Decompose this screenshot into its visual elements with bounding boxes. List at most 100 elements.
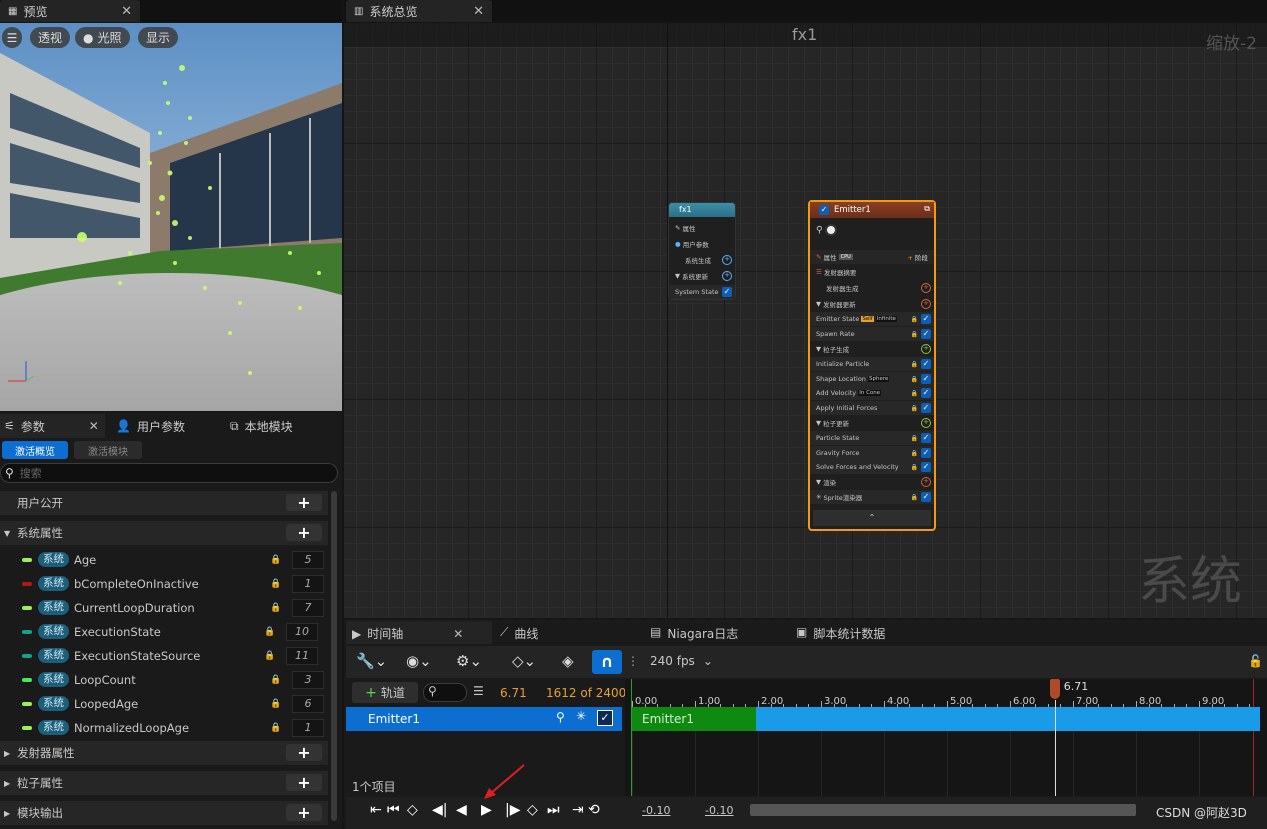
tab-script-stats[interactable]: ▣ 脚本统计数据 (796, 625, 885, 642)
system-node[interactable]: fx1 ✎ 属性 ● 用户参数 系统生成 + ▼ 系统更新 + System Sta… (668, 202, 736, 300)
system-props-section[interactable]: ▼ 系统属性 + (0, 521, 328, 545)
particle-props-section[interactable]: ▶ 粒子属性 + (0, 771, 328, 795)
lock-icon[interactable]: 🔓 (1248, 654, 1263, 668)
preview-viewport[interactable]: ☰ 透视 ● 光照 显示 (0, 23, 342, 411)
checkbox-icon[interactable]: ✓ (921, 462, 931, 472)
checkbox-icon[interactable]: ✓ (722, 287, 732, 297)
system-graph[interactable]: fx1 缩放-2 系统 fx1 ✎ 属性 ● 用户参数 系统生成 + ▼ 系统更新… (344, 23, 1267, 618)
close-icon[interactable]: ✕ (453, 627, 463, 641)
params-scrollbar[interactable] (331, 491, 337, 821)
checkbox-icon[interactable]: ✓ (921, 448, 931, 458)
checkbox-icon[interactable]: ✓ (921, 388, 931, 398)
add-user-param-button[interactable]: + (286, 494, 322, 511)
perspective-button[interactable]: 透视 (30, 27, 71, 48)
close-icon[interactable]: ✕ (89, 419, 99, 433)
track-enable-checkbox[interactable]: ✓ (597, 710, 613, 726)
param-value[interactable]: 10 (286, 623, 318, 641)
param-row[interactable]: 系统 ExecutionState 🔒 10 (0, 620, 328, 644)
play-icon[interactable]: ▶ (481, 802, 492, 818)
search-input[interactable]: ⚲ 搜索 (0, 463, 338, 483)
system-state-row[interactable]: System State ✓ (669, 285, 735, 299)
emitter-summary-row[interactable]: ☰ 发射器摘要 (810, 265, 934, 279)
add-icon[interactable]: + (722, 271, 732, 281)
step-forward-icon[interactable]: |▶ (505, 802, 520, 818)
snap-icon[interactable]: ◈ (562, 652, 574, 670)
track-search-input[interactable]: ⚲ (423, 683, 467, 702)
prev-keyframe-icon[interactable]: ◇ (407, 802, 418, 818)
lighting-button[interactable]: ● 光照 (75, 27, 130, 48)
solve-row[interactable]: Solve Forces and Velocity 🔒 ✓ (810, 460, 934, 474)
system-update-row[interactable]: ▼ 系统更新 + (669, 269, 735, 283)
emitter-props-section[interactable]: ▶ 发射器属性 + (0, 741, 328, 765)
tab-system-overview[interactable]: ▥ 系统总览 ✕ (346, 0, 492, 22)
init-particle-row[interactable]: Initialize Particle 🔒 ✓ (810, 357, 934, 371)
next-keyframe-icon[interactable]: ◇ (527, 802, 538, 818)
current-time[interactable]: 6.71 (500, 686, 527, 700)
sprite-row[interactable]: ✳ Sprite渲染器 🔒 ✓ (810, 490, 934, 504)
checkbox-icon[interactable]: ✓ (921, 403, 931, 413)
add-icon[interactable]: + (722, 255, 732, 265)
filter-icon[interactable]: ☰ (473, 684, 484, 698)
module-output-section[interactable]: ▶ 模块输出 + (0, 801, 328, 825)
system-spawn-row[interactable]: 系统生成 + (669, 253, 735, 267)
param-row[interactable]: 系统 ExecutionStateSource 🔒 11 (0, 644, 328, 668)
active-modules-toggle[interactable]: 激活模块 (74, 441, 142, 459)
checkbox-icon[interactable]: ✓ (921, 374, 931, 384)
eye-icon[interactable]: ◉⌄ (406, 652, 432, 670)
checkbox-icon[interactable]: ✓ (921, 314, 931, 324)
prev-key-icon[interactable]: ⏮ (387, 802, 400, 818)
go-to-end-icon[interactable]: ⇥ (572, 802, 584, 818)
active-overview-toggle[interactable]: 激活概览 (2, 441, 68, 459)
loop-icon[interactable]: ⟲ (588, 802, 600, 818)
tab-preview[interactable]: ▦ 预览 ✕ (0, 0, 140, 22)
spawn-rate-row[interactable]: Spawn Rate 🔒 ✓ (810, 327, 934, 341)
particle-state-row[interactable]: Particle State 🔒 ✓ (810, 431, 934, 445)
user-public-section[interactable]: 用户公开 + (0, 491, 328, 515)
system-node-user-params[interactable]: ● 用户参数 (669, 237, 735, 251)
emitter-update-row[interactable]: ▼ 发射器更新 + (810, 297, 934, 311)
add-track-button[interactable]: + 轨道 (352, 682, 418, 703)
param-value[interactable]: 7 (292, 599, 324, 617)
emitter-props-row[interactable]: ✎ 属性 CPU + 阶段 (810, 250, 934, 264)
tab-user-params[interactable]: 👤 用户参数 (116, 415, 185, 437)
param-row[interactable]: 系统 bCompleteOnInactive 🔒 1 (0, 572, 328, 596)
go-to-start-icon[interactable]: ⇤ (370, 802, 382, 818)
emitter-spawn-segment[interactable]: Emitter1 (632, 707, 756, 731)
emitter-state-row[interactable]: Emitter State Self Infinite 🔒 ✓ (810, 312, 934, 326)
more-icon[interactable]: ⋮ (627, 654, 639, 668)
open-external-icon[interactable]: ⧉ (924, 204, 930, 214)
gear-icon[interactable]: ⚙⌄ (456, 652, 482, 670)
add-icon[interactable]: + (921, 477, 931, 487)
next-key-icon[interactable]: ⏭ (547, 802, 560, 818)
add-velocity-row[interactable]: Add Velocity In Cone 🔒 ✓ (810, 386, 934, 400)
magnet-button[interactable]: ∩ (592, 650, 622, 674)
add-emitter-param-button[interactable]: + (286, 744, 322, 761)
range-scrollbar[interactable] (750, 804, 1136, 816)
playhead-handle[interactable] (1049, 679, 1060, 699)
particle-spawn-row[interactable]: ▼ 粒子生成 + (810, 342, 934, 356)
timeline-area[interactable] (625, 679, 1267, 796)
particle-update-row[interactable]: ▼ 粒子更新 + (810, 416, 934, 430)
tab-local-modules[interactable]: ⧉ 本地模块 (230, 415, 293, 437)
param-row[interactable]: 系统 LoopCount 🔒 3 (0, 668, 328, 692)
param-value[interactable]: 6 (292, 695, 324, 713)
add-particle-param-button[interactable]: + (286, 774, 322, 791)
param-row[interactable]: 系统 CurrentLoopDuration 🔒 7 (0, 596, 328, 620)
emitter-node[interactable]: Emitter1 ✓ ⧉ ⚲ ✎ 属性 CPU + 阶段 ☰ 发射器摘要 发射器生… (808, 200, 936, 531)
param-value[interactable]: 5 (292, 551, 324, 569)
param-row[interactable]: 系统 NormalizedLoopAge 🔒 1 (0, 716, 328, 740)
wrench-icon[interactable]: 🔧⌄ (356, 652, 387, 670)
viewport-menu-button[interactable]: ☰ (2, 27, 22, 48)
add-module-output-button[interactable]: + (286, 804, 322, 821)
emitter-spawn-row[interactable]: 发射器生成 + (810, 281, 934, 295)
checkbox-icon[interactable]: ✓ (921, 359, 931, 369)
param-value[interactable]: 1 (292, 719, 324, 737)
range-start[interactable]: -0.10 (642, 804, 670, 817)
checkbox-icon[interactable]: ✓ (921, 492, 931, 502)
add-system-param-button[interactable]: + (286, 524, 322, 541)
close-icon[interactable]: ✕ (473, 4, 484, 19)
collapse-button[interactable]: ⌃ (813, 510, 931, 526)
render-row[interactable]: ▼ 渲染 + (810, 475, 934, 489)
range-end[interactable]: -0.10 (705, 804, 733, 817)
checkbox-icon[interactable]: ✓ (921, 329, 931, 339)
